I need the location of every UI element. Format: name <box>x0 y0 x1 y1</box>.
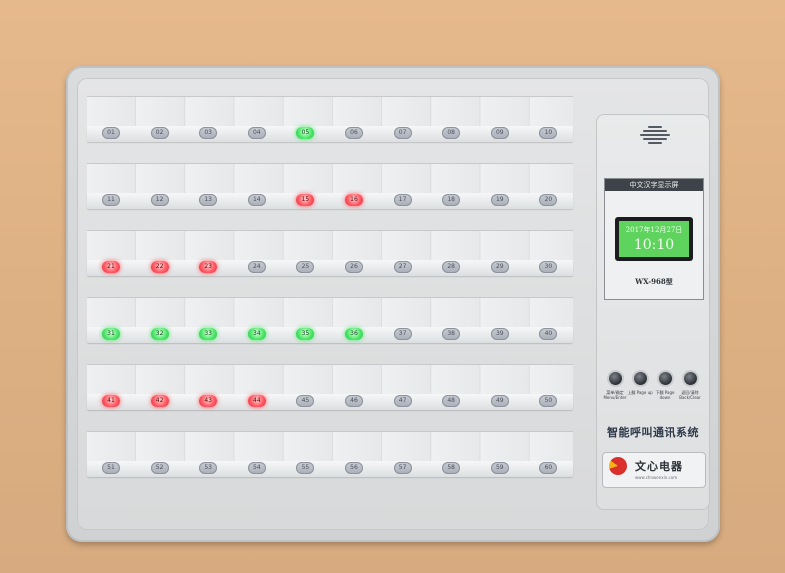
call-key[interactable]: 42 <box>150 395 169 407</box>
call-key[interactable]: 28 <box>442 261 461 273</box>
call-key[interactable]: 16 <box>345 194 363 206</box>
call-key[interactable]: 22 <box>150 261 169 273</box>
back-clear-label: 返回/清除 Back/Clear <box>679 390 701 400</box>
call-key[interactable]: 43 <box>199 395 218 407</box>
call-key[interactable]: 36 <box>345 328 363 340</box>
call-key[interactable]: 19 <box>490 194 509 206</box>
call-key[interactable]: 33 <box>199 328 218 340</box>
lcd-time: 10:10 <box>633 237 675 253</box>
brand-plate: 文心电器 www.chnwenxin.com <box>602 452 706 488</box>
call-key[interactable]: 47 <box>393 395 412 407</box>
call-key[interactable]: 17 <box>393 194 412 206</box>
name-card-slots <box>87 230 573 261</box>
call-key[interactable]: 14 <box>247 194 266 206</box>
call-key[interactable]: 39 <box>490 328 509 340</box>
call-key[interactable]: 11 <box>102 194 120 206</box>
screen-title: 中文汉字显示屏 <box>605 179 703 191</box>
call-key[interactable]: 44 <box>247 395 266 407</box>
lcd-date: 2017年12月27日 <box>625 226 683 234</box>
menu-enter-button[interactable] <box>609 372 622 385</box>
brand-name: 文心电器 <box>635 460 683 473</box>
call-key[interactable]: 08 <box>442 127 461 139</box>
call-key[interactable]: 24 <box>247 261 266 273</box>
call-key[interactable]: 48 <box>442 395 461 407</box>
call-key[interactable]: 20 <box>539 194 558 206</box>
call-key[interactable]: 46 <box>345 395 363 407</box>
call-key[interactable]: 51 <box>102 462 120 474</box>
call-key[interactable]: 56 <box>345 462 363 474</box>
call-key[interactable]: 53 <box>199 462 218 474</box>
name-card-slots <box>87 364 573 395</box>
key-row: 01 02 03 04 05 06 07 08 09 10 <box>87 96 573 144</box>
call-key[interactable]: 04 <box>247 127 266 139</box>
call-key[interactable]: 54 <box>247 462 266 474</box>
panel-face: 01 02 03 04 05 06 07 08 09 10 11 12 13 14 15 16 17 18 19 20… <box>77 78 710 530</box>
name-card-slots <box>87 163 573 194</box>
call-key[interactable]: 31 <box>102 328 120 340</box>
call-key[interactable]: 02 <box>150 127 169 139</box>
call-key[interactable]: 03 <box>199 127 218 139</box>
call-key[interactable]: 30 <box>539 261 558 273</box>
key-row: 41 42 43 44 45 46 47 48 49 50 <box>87 364 573 412</box>
call-key[interactable]: 40 <box>539 328 558 340</box>
call-key[interactable]: 38 <box>442 328 461 340</box>
call-key[interactable]: 15 <box>296 194 315 206</box>
page-down-button[interactable] <box>659 372 672 385</box>
call-key[interactable]: 25 <box>296 261 315 273</box>
system-title: 智能呼叫通讯系统 <box>607 426 699 439</box>
key-row: 31 32 33 34 35 36 37 38 39 40 <box>87 297 573 345</box>
page-up-button[interactable] <box>634 372 647 385</box>
call-key[interactable]: 10 <box>539 127 558 139</box>
call-key[interactable]: 32 <box>150 328 169 340</box>
call-key[interactable]: 52 <box>150 462 169 474</box>
key-row: 21 22 23 24 25 26 27 28 29 30 <box>87 230 573 278</box>
lcd-screen: 2017年12月27日 10:10 <box>619 221 689 257</box>
name-card-slots <box>87 431 573 462</box>
call-key[interactable]: 23 <box>199 261 218 273</box>
screen-housing: 中文汉字显示屏 2017年12月27日 10:10 WX-968型 <box>604 178 704 300</box>
call-key[interactable]: 06 <box>345 127 363 139</box>
call-key[interactable]: 41 <box>102 395 120 407</box>
call-key[interactable]: 57 <box>393 462 412 474</box>
page-down-label: 下翻 Page down <box>655 390 675 400</box>
key-row: 11 12 13 14 15 16 17 18 19 20 <box>87 163 573 211</box>
call-key[interactable]: 07 <box>393 127 412 139</box>
call-key[interactable]: 59 <box>490 462 509 474</box>
menu-enter-label: 菜单/确定 Menu/Enter <box>603 390 627 400</box>
call-key[interactable]: 01 <box>102 127 120 139</box>
name-card-slots <box>87 297 573 328</box>
page-up-label: 上翻 Page up <box>627 390 653 395</box>
call-key[interactable]: 12 <box>150 194 169 206</box>
call-key[interactable]: 21 <box>102 261 120 273</box>
display-module: 中文汉字显示屏 2017年12月27日 10:10 WX-968型 菜单/确定 … <box>596 114 710 510</box>
call-key[interactable]: 50 <box>539 395 558 407</box>
call-key[interactable]: 49 <box>490 395 509 407</box>
brand-logo-icon <box>609 457 627 475</box>
call-key[interactable]: 27 <box>393 261 412 273</box>
call-key[interactable]: 60 <box>539 462 558 474</box>
call-key[interactable]: 09 <box>490 127 509 139</box>
call-key[interactable]: 58 <box>442 462 461 474</box>
call-key[interactable]: 18 <box>442 194 461 206</box>
call-system-panel: 01 02 03 04 05 06 07 08 09 10 11 12 13 14 15 16 17 18 19 20… <box>66 66 720 542</box>
call-key[interactable]: 13 <box>199 194 218 206</box>
model-label: WX-968型 <box>635 277 673 286</box>
call-key[interactable]: 45 <box>296 395 315 407</box>
brand-url: www.chnwenxin.com <box>635 475 678 480</box>
call-key[interactable]: 05 <box>296 127 315 139</box>
call-key[interactable]: 35 <box>296 328 315 340</box>
call-key[interactable]: 37 <box>393 328 412 340</box>
key-row: 51 52 53 54 55 56 57 58 59 60 <box>87 431 573 479</box>
name-card-slots <box>87 96 573 127</box>
call-key[interactable]: 34 <box>247 328 266 340</box>
call-key[interactable]: 29 <box>490 261 509 273</box>
speaker-grille-icon <box>640 124 670 144</box>
call-key[interactable]: 26 <box>345 261 363 273</box>
back-clear-button[interactable] <box>684 372 697 385</box>
lcd-frame: 2017年12月27日 10:10 <box>615 217 693 261</box>
call-key[interactable]: 55 <box>296 462 315 474</box>
